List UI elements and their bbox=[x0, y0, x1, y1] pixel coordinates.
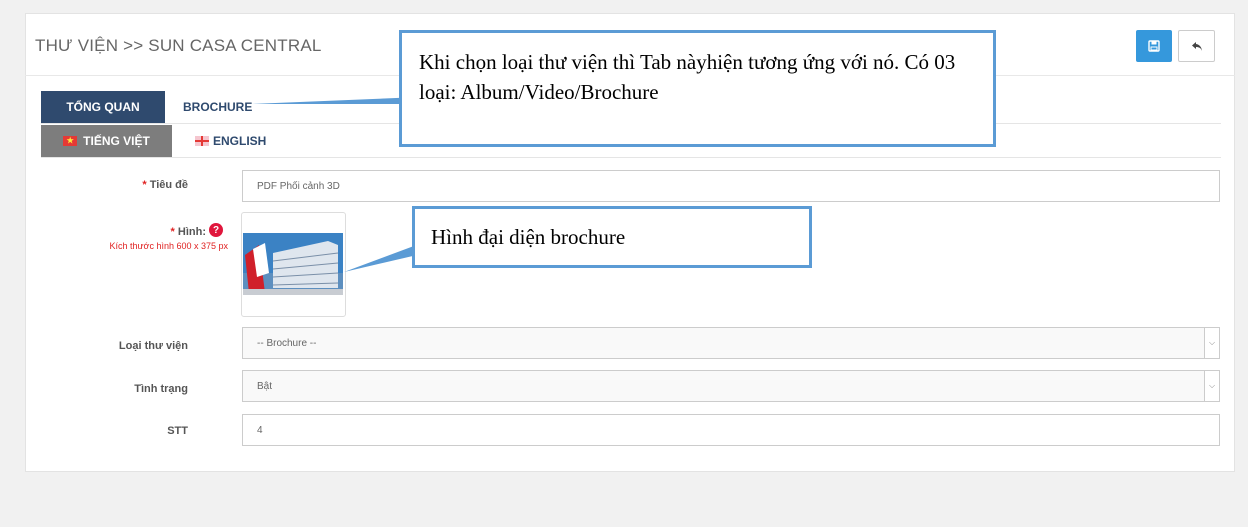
image-annotation-callout: Hình đại diện brochure bbox=[412, 206, 812, 268]
tab-annotation-callout: Khi chọn loại thư viện thì Tab nàyhiện t… bbox=[399, 30, 996, 147]
tab-callout-pointer bbox=[252, 97, 420, 104]
